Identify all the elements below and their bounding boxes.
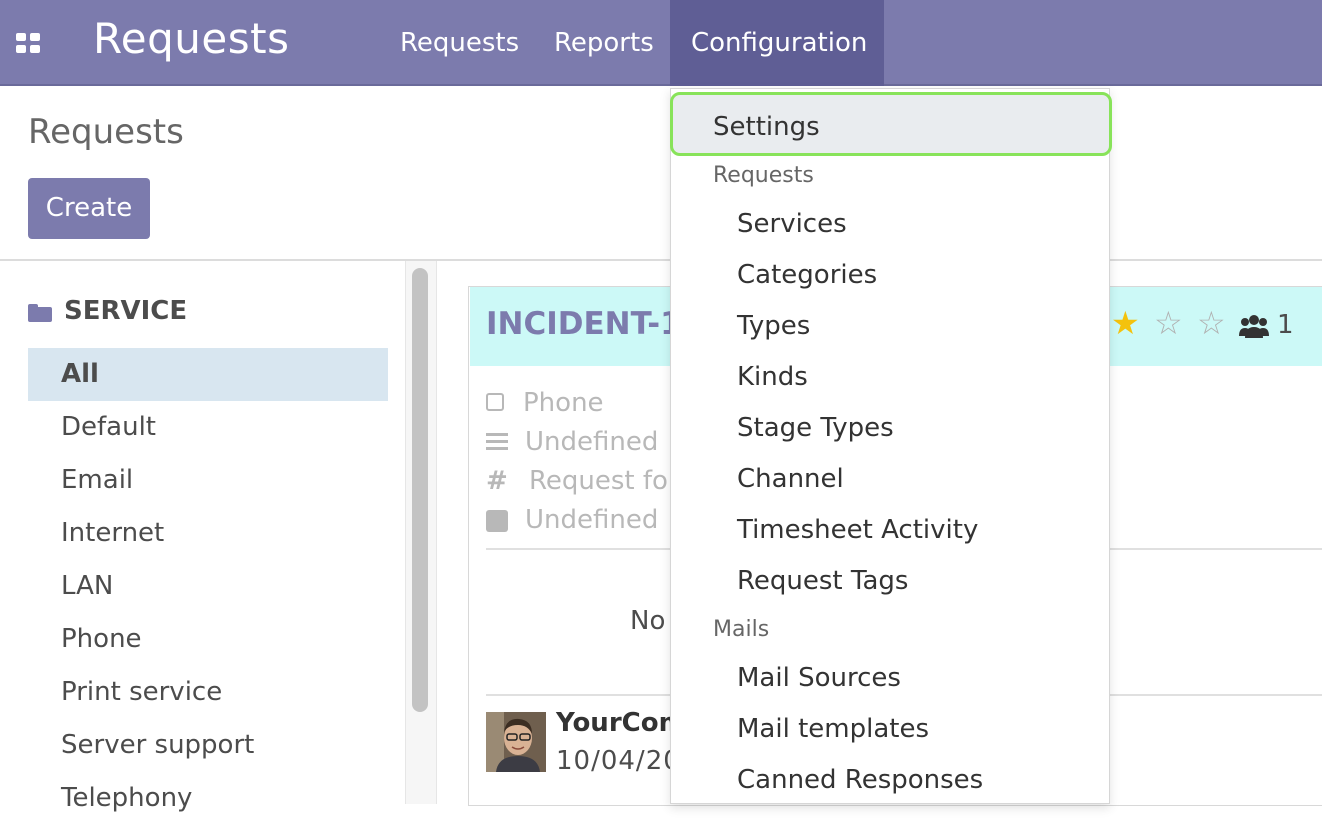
avatar [486, 712, 546, 772]
service-filter-item[interactable]: Server support [28, 719, 388, 772]
service-filter-item[interactable]: Telephony [28, 772, 388, 825]
menu-item-timesheet-activity[interactable]: Timesheet Activity [737, 515, 978, 545]
checkbox-icon [486, 393, 504, 411]
menu-item-canned-responses[interactable]: Canned Responses [737, 765, 983, 795]
service-filter-label: Phone [61, 624, 142, 654]
dropdown-section-header: Requests [713, 163, 814, 188]
menu-item-mail-sources[interactable]: Mail Sources [737, 663, 901, 693]
square-icon [486, 510, 508, 532]
menu-item-types[interactable]: Types [737, 311, 810, 341]
service-filter-label: Internet [61, 518, 165, 548]
service-filter-label: All [61, 359, 99, 389]
menu-item-stage-types[interactable]: Stage Types [737, 413, 894, 443]
top-navbar: Requests Requests Reports Configuration [0, 0, 1322, 86]
hash-icon: # [486, 466, 508, 496]
menu-item-settings[interactable]: Settings [670, 92, 1112, 156]
menu-item-settings-label: Settings [713, 112, 820, 142]
service-filter-item[interactable]: All [28, 348, 388, 401]
card-body-text: No [630, 606, 666, 636]
card-field: Undefined [525, 427, 659, 457]
menu-requests[interactable]: Requests [379, 0, 540, 86]
apps-menu-icon[interactable] [16, 33, 40, 53]
service-filter-item[interactable]: Internet [28, 507, 388, 560]
folder-icon [28, 304, 52, 322]
card-field: Request for [529, 466, 679, 496]
dropdown-section-header: Mails [713, 617, 770, 642]
app-brand[interactable]: Requests [93, 14, 290, 63]
service-filter-item[interactable]: Phone [28, 613, 388, 666]
service-filter-label: LAN [61, 571, 114, 601]
card-date: 10/04/20 [556, 746, 681, 776]
followers-count: 1 [1277, 310, 1294, 340]
configuration-dropdown [670, 88, 1110, 804]
service-filter-label: Email [61, 465, 134, 495]
star-empty-icon[interactable]: ☆ [1197, 306, 1226, 340]
service-filter-label: Server support [61, 730, 255, 760]
star-empty-icon[interactable]: ☆ [1154, 306, 1183, 340]
menu-item-services[interactable]: Services [737, 209, 847, 239]
company-name: YourCom [556, 708, 686, 738]
menu-reports[interactable]: Reports [533, 0, 675, 86]
service-filter-label: Default [61, 412, 156, 442]
star-filled-icon[interactable]: ★ [1111, 306, 1140, 340]
menu-item-kinds[interactable]: Kinds [737, 362, 808, 392]
menu-item-channel[interactable]: Channel [737, 464, 844, 494]
menu-item-categories[interactable]: Categories [737, 260, 877, 290]
scrollbar-thumb[interactable] [412, 268, 428, 712]
create-button[interactable]: Create [28, 178, 150, 239]
menu-item-request-tags[interactable]: Request Tags [737, 566, 908, 596]
service-filter-item[interactable]: Email [28, 454, 388, 507]
card-title[interactable]: INCIDENT-1 [486, 306, 682, 342]
service-filter-label: Telephony [61, 783, 193, 813]
breadcrumb: Requests [28, 112, 184, 152]
menu-configuration[interactable]: Configuration [670, 0, 884, 86]
list-icon [486, 433, 508, 451]
card-field: Undefined [525, 505, 659, 535]
service-filter-label: Print service [61, 677, 223, 707]
menu-item-mail-templates[interactable]: Mail templates [737, 714, 929, 744]
search-panel-header-label: SERVICE [64, 296, 188, 326]
service-filter-item[interactable]: LAN [28, 560, 388, 613]
service-filter-item[interactable]: Print service [28, 666, 388, 719]
users-icon [1239, 312, 1269, 340]
service-filter-item[interactable]: Default [28, 401, 388, 454]
card-field: Phone [523, 388, 604, 418]
